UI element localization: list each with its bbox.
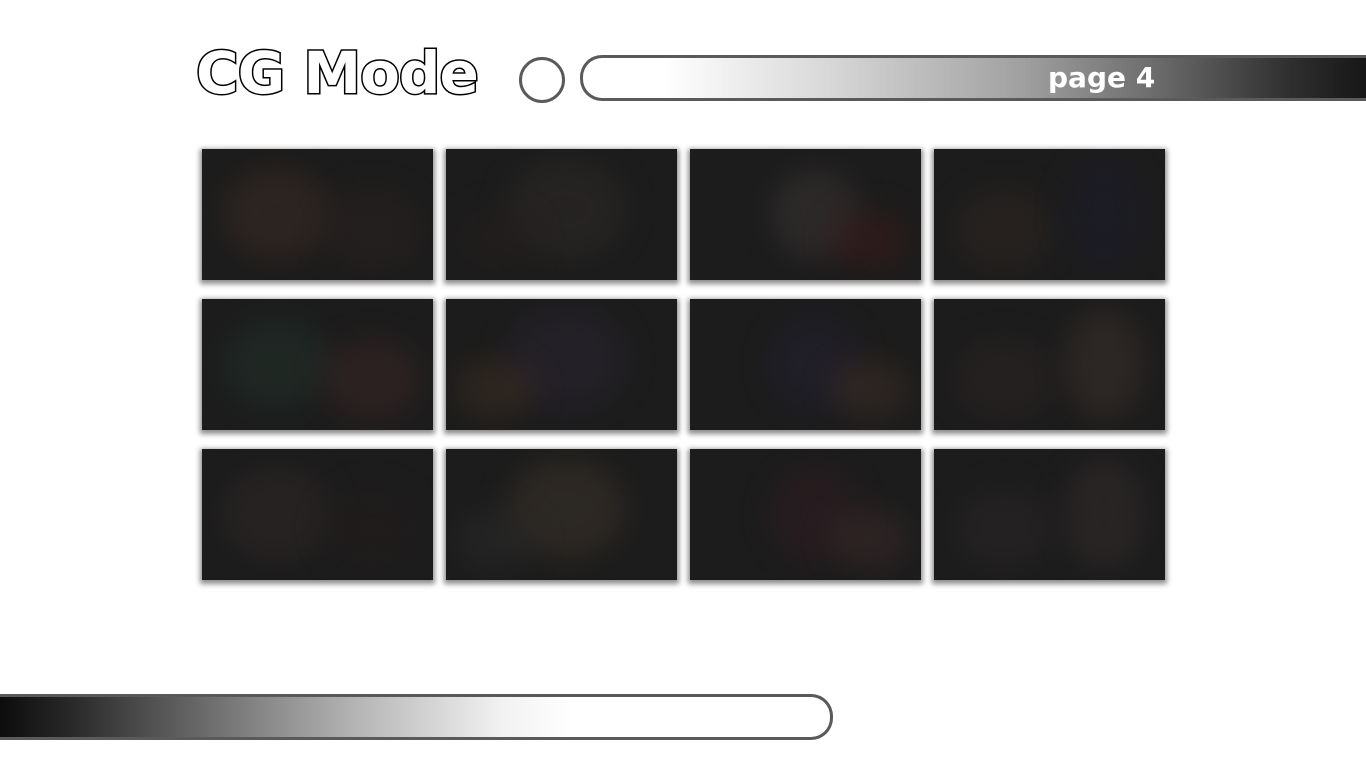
page-title: CG Mode	[195, 39, 481, 107]
cg-thumb-6[interactable]	[446, 299, 677, 430]
thumb-blur-blob	[954, 489, 1054, 569]
cg-thumb-9[interactable]	[202, 449, 433, 580]
cg-thumb-7[interactable]	[690, 299, 921, 430]
page-number-label: page 4	[1048, 61, 1156, 94]
thumb-blur-blob	[322, 489, 422, 569]
thumb-blur-blob	[322, 339, 422, 419]
thumb-blur-blob	[456, 509, 536, 569]
cg-thumb-2[interactable]	[446, 149, 677, 280]
page-indicator-circle	[519, 57, 565, 103]
cg-thumb-10[interactable]	[446, 449, 677, 580]
cg-thumb-3[interactable]	[690, 149, 921, 280]
cg-thumb-11[interactable]	[690, 449, 921, 580]
thumb-blur-blob	[456, 209, 536, 269]
thumb-blur-blob	[456, 359, 536, 419]
thumb-blur-blob	[322, 189, 422, 269]
thumb-blur-blob	[954, 189, 1054, 269]
thumb-blur-blob	[830, 359, 910, 419]
thumb-blur-blob	[1064, 459, 1144, 569]
thumb-blur-blob	[830, 509, 910, 569]
cg-thumb-5[interactable]	[202, 299, 433, 430]
thumb-blur-blob	[222, 169, 332, 259]
cg-mode-screen: CG Mode page 4	[0, 0, 1366, 768]
cg-thumb-8[interactable]	[934, 299, 1165, 430]
cg-thumbnail-grid	[202, 149, 1165, 580]
thumb-blur-blob	[1064, 309, 1144, 419]
thumb-blur-blob	[1064, 159, 1144, 269]
cg-thumb-12[interactable]	[934, 449, 1165, 580]
cg-thumb-1[interactable]	[202, 149, 433, 280]
cg-thumb-4[interactable]	[934, 149, 1165, 280]
thumb-blur-blob	[222, 319, 332, 409]
bottom-decor-bar	[0, 694, 833, 740]
thumb-blur-blob	[222, 469, 332, 559]
page-bar	[580, 55, 1366, 101]
thumb-blur-blob	[954, 339, 1054, 419]
thumb-blur-blob	[830, 209, 910, 269]
